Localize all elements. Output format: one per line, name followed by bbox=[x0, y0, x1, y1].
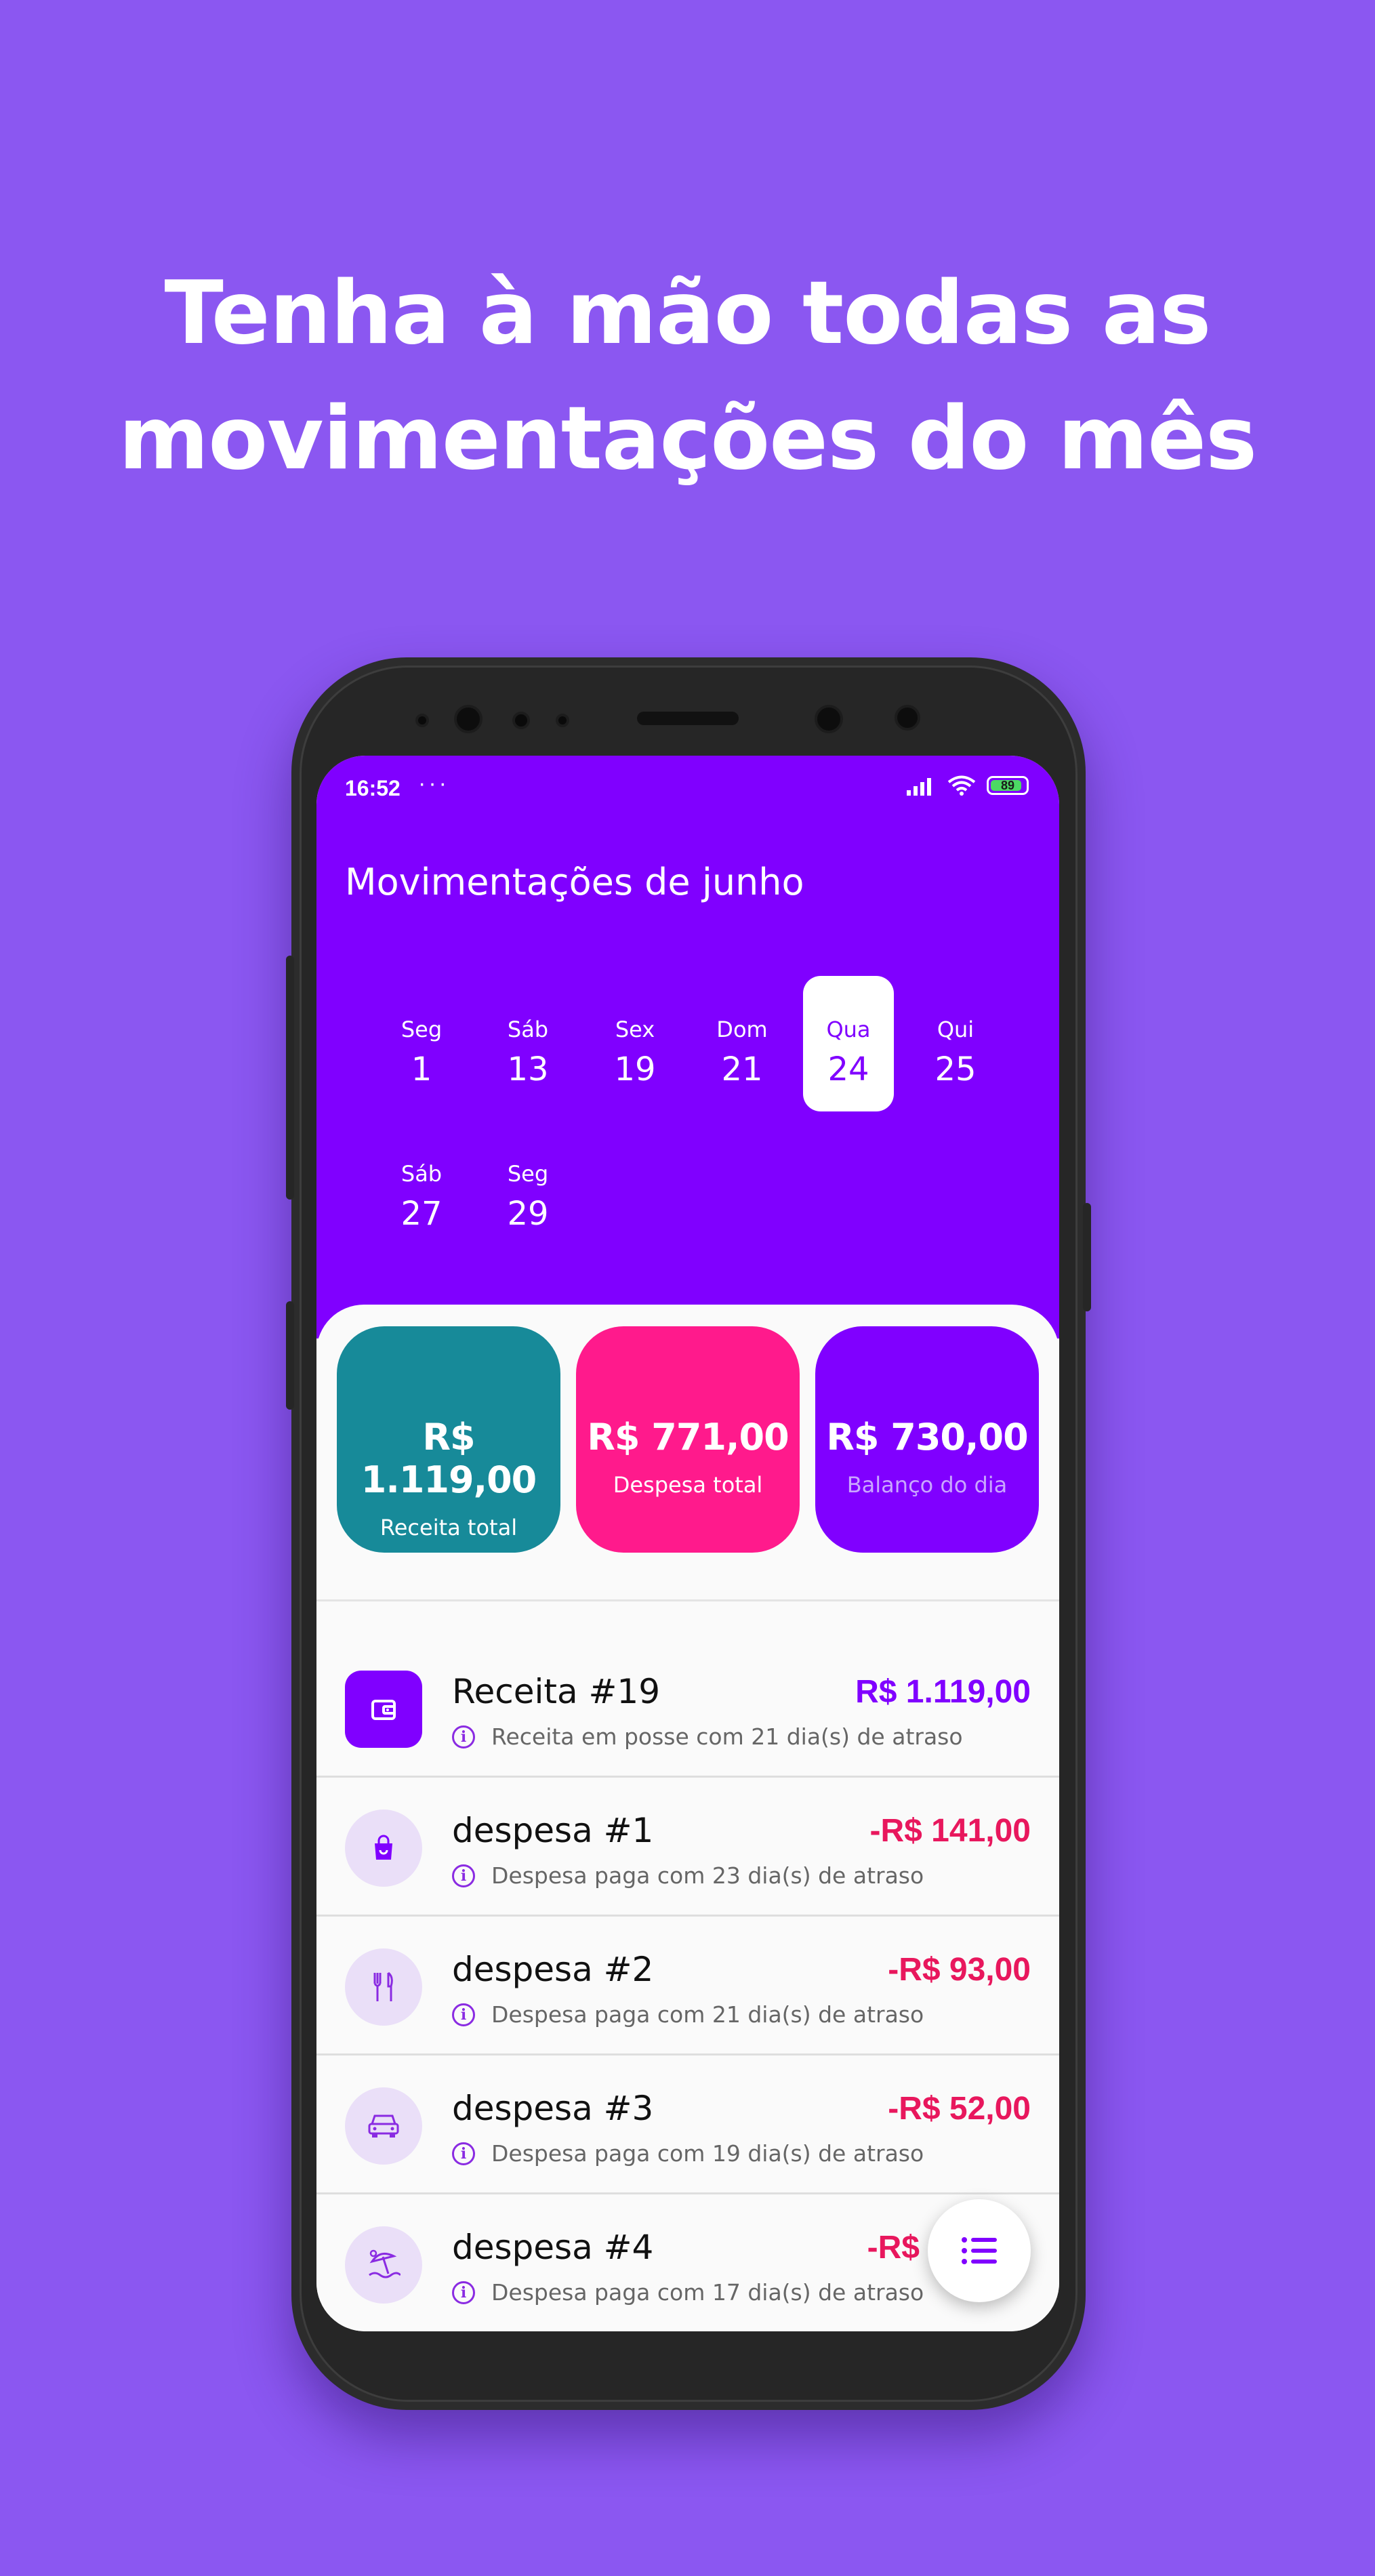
day-name: Seg bbox=[507, 1161, 549, 1187]
battery-icon: 89 bbox=[987, 776, 1029, 795]
transaction-row[interactable]: despesa #1 -R$ 141,00 i Despesa paga com… bbox=[316, 1776, 1059, 1917]
day-chip[interactable]: Sáb 13 bbox=[483, 976, 573, 1111]
transaction-amount: -R$ 93,00 bbox=[888, 1952, 1031, 1988]
day-chip-selected[interactable]: Qua 24 bbox=[803, 976, 894, 1111]
income-total-label: Receita total bbox=[379, 1515, 518, 1540]
headline-line-1: Tenha à mão todas as bbox=[164, 263, 1212, 364]
shopping-bag-icon bbox=[345, 1810, 422, 1887]
car-icon bbox=[345, 2087, 422, 2165]
day-chip[interactable]: Qui 25 bbox=[910, 976, 1001, 1111]
day-number: 29 bbox=[507, 1195, 549, 1233]
info-icon: i bbox=[452, 1725, 475, 1749]
day-name: Qui bbox=[937, 1017, 974, 1042]
transaction-status: Despesa paga com 23 dia(s) de atraso bbox=[491, 1862, 924, 1889]
day-name: Sex bbox=[615, 1017, 655, 1042]
expense-total-amount: R$ 771,00 bbox=[587, 1416, 789, 1458]
info-icon: i bbox=[452, 2142, 475, 2165]
phone-speaker bbox=[637, 712, 739, 725]
day-name: Sáb bbox=[401, 1161, 443, 1187]
expense-summary-card[interactable]: R$ 771,00 Despesa total bbox=[576, 1326, 800, 1553]
phone-camera bbox=[815, 705, 843, 733]
day-chip[interactable]: Sáb 27 bbox=[376, 1120, 467, 1256]
status-icons: 89 bbox=[905, 775, 1029, 796]
info-icon: i bbox=[452, 1864, 475, 1887]
day-number: 24 bbox=[827, 1050, 869, 1088]
transaction-title: Receita #19 bbox=[452, 1672, 661, 1711]
headline: Tenha à mão todas as movimentações do mê… bbox=[0, 251, 1375, 502]
day-number: 13 bbox=[507, 1050, 549, 1088]
balance-label: Balanço do dia bbox=[846, 1472, 1008, 1498]
income-summary-card[interactable]: R$ 1.119,00 Receita total bbox=[337, 1326, 560, 1553]
transaction-row[interactable]: despesa #2 -R$ 93,00 i Despesa paga com … bbox=[316, 1915, 1059, 2056]
transaction-row[interactable]: despesa #3 -R$ 52,00 i Despesa paga com … bbox=[316, 2053, 1059, 2194]
transaction-amount: -R$ bbox=[867, 2230, 920, 2266]
phone-camera bbox=[895, 705, 920, 731]
phone-side-button bbox=[286, 956, 294, 1200]
phone-front-camera bbox=[454, 705, 483, 733]
transaction-amount: -R$ 141,00 bbox=[869, 1813, 1031, 1849]
day-name: Dom bbox=[716, 1017, 768, 1042]
transaction-amount: R$ 1.119,00 bbox=[855, 1674, 1031, 1710]
phone-sensor bbox=[415, 714, 429, 727]
wallet-icon bbox=[345, 1671, 422, 1748]
transaction-status: Receita em posse com 21 dia(s) de atraso bbox=[491, 1723, 963, 1750]
transaction-title: despesa #4 bbox=[452, 2228, 654, 2267]
divider bbox=[316, 1599, 1059, 1601]
info-icon: i bbox=[452, 2003, 475, 2026]
beach-icon bbox=[345, 2226, 422, 2304]
page-title: Movimentações de junho bbox=[345, 861, 804, 903]
transaction-status: Despesa paga com 19 dia(s) de atraso bbox=[491, 2140, 924, 2167]
day-number: 27 bbox=[401, 1195, 443, 1233]
phone-sensor bbox=[556, 714, 569, 727]
info-icon: i bbox=[452, 2281, 475, 2304]
balance-amount: R$ 730,00 bbox=[826, 1416, 1028, 1458]
phone-side-button bbox=[1083, 1203, 1091, 1311]
wifi-icon bbox=[947, 775, 976, 796]
restaurant-icon bbox=[345, 1948, 422, 2026]
day-number: 19 bbox=[614, 1050, 656, 1088]
status-time: 16:52 bbox=[345, 776, 401, 800]
day-chip[interactable]: Dom 21 bbox=[697, 976, 787, 1111]
day-number: 21 bbox=[721, 1050, 763, 1088]
day-number: 25 bbox=[935, 1050, 977, 1088]
list-icon bbox=[962, 2237, 997, 2264]
day-name: Sáb bbox=[507, 1017, 549, 1042]
app-screen: 16:52 ··· 89 Movimentações de junho Seg … bbox=[316, 756, 1059, 2331]
transaction-status: Despesa paga com 17 dia(s) de atraso bbox=[491, 2279, 924, 2306]
day-chip[interactable]: Sex 19 bbox=[590, 976, 680, 1111]
list-fab-button[interactable] bbox=[928, 2199, 1031, 2302]
day-chip[interactable]: Seg 1 bbox=[376, 976, 467, 1111]
status-more-icon: ··· bbox=[418, 771, 449, 796]
day-number: 1 bbox=[411, 1050, 432, 1088]
transaction-title: despesa #2 bbox=[452, 1950, 654, 1989]
headline-line-2: movimentações do mês bbox=[118, 388, 1257, 489]
transaction-row[interactable]: Receita #19 R$ 1.119,00 i Receita em pos… bbox=[316, 1637, 1059, 1778]
income-total-amount: R$ 1.119,00 bbox=[361, 1416, 537, 1501]
balance-summary-card[interactable]: R$ 730,00 Balanço do dia bbox=[815, 1326, 1039, 1553]
day-chip[interactable]: Seg 29 bbox=[483, 1120, 573, 1256]
signal-icon bbox=[907, 778, 931, 796]
day-name: Seg bbox=[401, 1017, 443, 1042]
day-name: Qua bbox=[826, 1017, 871, 1042]
transaction-amount: -R$ 52,00 bbox=[888, 2091, 1031, 2127]
transaction-title: despesa #1 bbox=[452, 1811, 654, 1850]
transaction-title: despesa #3 bbox=[452, 2089, 654, 2128]
phone-side-button bbox=[286, 1301, 294, 1410]
expense-total-label: Despesa total bbox=[613, 1472, 763, 1498]
transaction-status: Despesa paga com 21 dia(s) de atraso bbox=[491, 2001, 924, 2028]
phone-sensor bbox=[512, 712, 530, 729]
battery-level: 89 bbox=[1000, 779, 1015, 792]
